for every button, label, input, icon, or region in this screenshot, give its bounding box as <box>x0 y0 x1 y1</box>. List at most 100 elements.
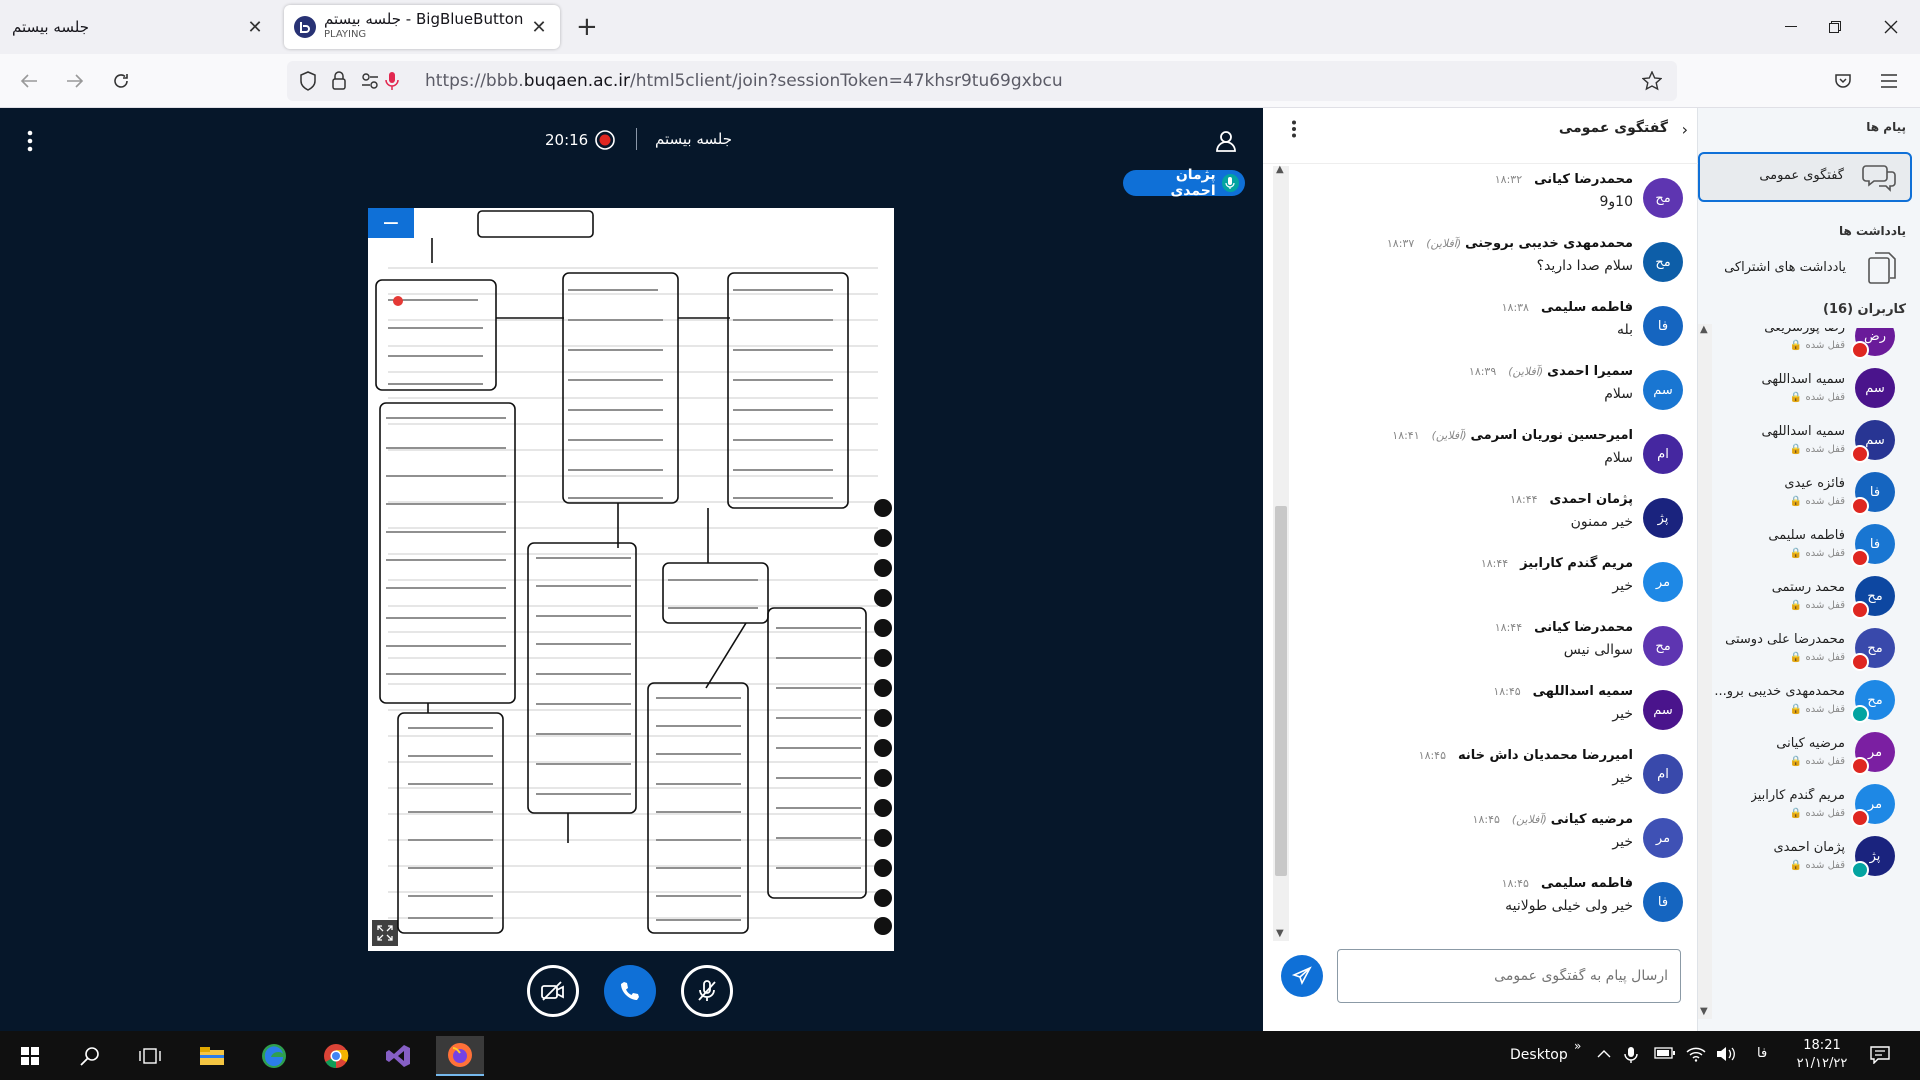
user-initials: پژ <box>1869 848 1881 864</box>
scroll-up-icon[interactable]: ▲ <box>1276 164 1284 175</box>
webcam-off-button[interactable] <box>527 965 579 1017</box>
presentation-slide[interactable]: − <box>368 208 894 951</box>
message-sender: مریم گندم کارابیز <box>1520 556 1633 571</box>
message-time: ۱۸:۳۲ <box>1494 173 1523 186</box>
options-kebab-icon[interactable] <box>26 130 34 152</box>
desktop-toolbar-label[interactable]: Desktop <box>1510 1047 1568 1063</box>
url-bar[interactable]: https://bbb.buqaen.ac.ir/html5client/joi… <box>287 61 1677 101</box>
edge-browser-icon[interactable] <box>250 1036 298 1076</box>
fullscreen-icon[interactable] <box>372 920 398 946</box>
message-avatar: مر <box>1643 562 1683 602</box>
toolbar-expand-icon[interactable]: » <box>1574 1039 1581 1053</box>
tab-bigbluebutton[interactable]: BigBlueButton - جلسه بیستم PLAYING ✕ <box>284 5 560 49</box>
new-tab-plus-icon[interactable]: + <box>576 14 598 40</box>
recording-indicator-icon[interactable] <box>595 130 615 150</box>
tray-chevron-up-icon[interactable] <box>1596 1046 1616 1066</box>
windows-start-icon[interactable] <box>6 1036 54 1076</box>
lock-status-text: قفل شده <box>1805 496 1845 507</box>
user-name: محمد رستمی <box>1771 580 1845 595</box>
permissions-icon[interactable] <box>361 72 379 90</box>
message-time: ۱۸:۴۵ <box>1501 877 1529 890</box>
tracking-shield-icon[interactable] <box>299 71 317 91</box>
chrome-icon[interactable] <box>312 1036 360 1076</box>
input-language[interactable]: فا <box>1757 1046 1767 1061</box>
message-sender: امیرحسین نوریان اسرمی <box>1470 428 1633 443</box>
search-icon[interactable] <box>66 1036 114 1076</box>
visual-studio-icon[interactable] <box>374 1036 422 1076</box>
chat-message-field[interactable] <box>1338 950 1680 1002</box>
user-lock-status: قفل شده 🔒 <box>1790 704 1845 715</box>
microphone-icon <box>1221 174 1239 192</box>
lock-small-icon: 🔒 <box>1789 392 1803 403</box>
chat-title[interactable]: گفتگوی عمومی <box>1559 120 1668 136</box>
window-minimize-icon[interactable] <box>1778 14 1804 40</box>
scroll-up-icon[interactable]: ▲ <box>1700 324 1708 335</box>
leave-audio-button[interactable] <box>604 965 656 1017</box>
message-text: خیر <box>1612 834 1633 850</box>
tab-text: BigBlueButton - جلسه بیستم PLAYING <box>324 12 528 42</box>
chat-options-kebab-icon[interactable] <box>1291 120 1297 138</box>
window-restore-icon[interactable] <box>1822 14 1848 40</box>
send-message-button[interactable] <box>1281 955 1323 997</box>
scroll-down-icon[interactable]: ▼ <box>1276 928 1284 939</box>
file-explorer-icon[interactable] <box>188 1036 236 1076</box>
message-text: خیر ممنون <box>1570 514 1633 530</box>
reload-icon[interactable] <box>108 68 134 94</box>
user-name: مریم گندم کارابیز <box>1750 788 1845 803</box>
firefox-icon[interactable] <box>436 1036 484 1076</box>
chat-scrollbar[interactable]: ▲ ▼ <box>1273 164 1289 941</box>
lock-small-icon: 🔒 <box>1789 652 1803 663</box>
lock-status-text: قفل شده <box>1805 340 1845 351</box>
battery-icon[interactable] <box>1654 1046 1675 1066</box>
send-icon <box>1292 966 1312 986</box>
scroll-down-icon[interactable]: ▼ <box>1700 1006 1708 1017</box>
url-prefix: https://bbb. <box>425 71 524 91</box>
user-lock-status: قفل شده 🔒 <box>1790 548 1845 559</box>
message-sender: سمیه اسداللهی <box>1532 684 1633 699</box>
talking-indicator[interactable]: پژمان احمدی <box>1123 167 1245 199</box>
message-avatar: مح <box>1643 178 1683 218</box>
message-text: سوالی نیس <box>1563 642 1633 658</box>
volume-icon[interactable] <box>1716 1046 1736 1066</box>
tab-close-icon[interactable]: ✕ <box>244 16 266 38</box>
message-sender: پژمان احمدی <box>1549 492 1633 507</box>
task-view-icon[interactable] <box>126 1036 174 1076</box>
user-list-item[interactable]: پژ پژمان احمدی قفل شده 🔒 <box>1698 826 1903 890</box>
microphone-in-use-icon[interactable] <box>385 71 399 91</box>
hamburger-menu-icon[interactable] <box>1876 68 1902 94</box>
shared-notes-item[interactable]: یادداشت های اشتراکی <box>1698 248 1912 288</box>
back-arrow-icon[interactable] <box>16 68 42 94</box>
tab-close-icon[interactable]: ✕ <box>528 16 550 38</box>
message-avatar: مر <box>1643 818 1683 858</box>
notifications-icon[interactable] <box>1870 1046 1890 1066</box>
chat-scrollbar-thumb[interactable] <box>1275 506 1287 876</box>
message-text: خیر <box>1612 578 1633 594</box>
chevron-right-icon[interactable]: › <box>1682 120 1688 139</box>
url-text[interactable]: https://bbb.buqaen.ac.ir/html5client/joi… <box>425 71 1063 91</box>
wifi-icon[interactable] <box>1686 1046 1706 1066</box>
users-scrollbar[interactable]: ▲ ▼ <box>1698 324 1712 1019</box>
window-close-icon[interactable] <box>1878 14 1904 40</box>
user-name: سمیه اسداللهی <box>1761 424 1845 439</box>
user-initials: فا <box>1869 536 1881 552</box>
clock[interactable]: 18:21 ۲۱/۱۲/۲۲ <box>1790 1037 1854 1073</box>
minimize-presentation-button[interactable]: − <box>368 208 414 238</box>
message-avatar: ام <box>1643 434 1683 474</box>
bookmark-star-icon[interactable] <box>1642 71 1662 91</box>
pocket-icon[interactable] <box>1830 68 1856 94</box>
message-time: ۱۸:۴۵ <box>1418 749 1446 762</box>
user-profile-icon[interactable] <box>1215 130 1237 152</box>
user-initials: مح <box>1867 588 1883 604</box>
chat-message-input[interactable] <box>1337 949 1681 1003</box>
tray-microphone-icon[interactable] <box>1624 1046 1644 1066</box>
unmute-button[interactable] <box>681 965 733 1017</box>
public-chat-item[interactable]: گفتگوی عمومی <box>1698 152 1912 202</box>
message-avatar: مح <box>1643 626 1683 666</box>
windows-taskbar: Desktop » فا 18:21 ۲۱/۱۲/۲۲ <box>0 1031 1920 1080</box>
lock-icon[interactable] <box>331 71 347 91</box>
user-avatar: فا <box>1851 524 1895 567</box>
tab-title: جلسه بیستم <box>12 18 90 36</box>
forward-arrow-icon[interactable] <box>62 68 88 94</box>
user-initials: سم <box>1865 432 1885 448</box>
tab-meeting[interactable]: جلسه بیستم ✕ <box>0 6 278 48</box>
